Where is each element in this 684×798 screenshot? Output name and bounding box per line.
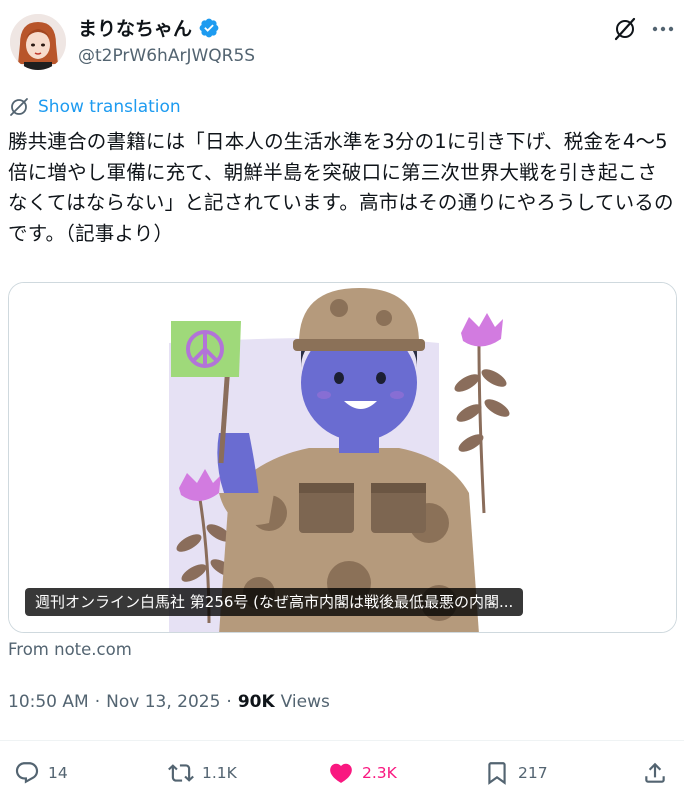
card-source[interactable]: From note.com [8,640,132,659]
divider [0,740,684,741]
share-icon [645,762,665,783]
repost-count: 1.1K [202,764,237,782]
tweet-text: 勝共連合の書籍には「日本人の生活水準を3分の1に引き下げ、税金を4〜5倍に増やし… [8,130,674,245]
tweet-time[interactable]: 10:50 AM [8,692,89,712]
views-label: Views [280,692,330,712]
share-button[interactable] [642,760,668,786]
author-handle[interactable]: @t2PrW6hArJWQR5S [78,46,255,66]
views-count: 90K [237,692,275,712]
meta-separator: · [94,692,101,712]
translate-icon [10,98,28,116]
more-icon[interactable] [650,18,676,40]
grok-icon[interactable] [612,16,638,42]
reply-icon [15,762,39,784]
repost-button[interactable]: 1.1K [168,760,237,786]
like-button[interactable]: 2.3K [328,760,397,786]
heart-icon [330,763,352,783]
verified-badge-icon [199,18,219,37]
reply-button[interactable]: 14 [14,760,68,786]
show-translation-label[interactable]: Show translation [38,97,181,117]
repost-icon [168,764,194,782]
tweet-meta: 10:50 AM · Nov 13, 2025 · 90K Views [8,692,330,712]
action-bar: 14 1.1K 2.3K 217 [0,752,684,798]
bookmark-count: 217 [518,764,548,782]
display-name[interactable]: まりなちゃん [78,14,192,41]
tweet-date[interactable]: Nov 13, 2025 [106,692,220,712]
meta-separator: · [226,692,232,712]
reply-count: 14 [48,764,68,782]
bookmark-button[interactable]: 217 [484,760,548,786]
avatar[interactable] [10,14,66,70]
like-count: 2.3K [362,764,397,782]
show-translation-link[interactable]: Show translation [8,96,181,118]
author-name-row[interactable]: まりなちゃん [78,14,220,41]
bookmark-icon [488,762,506,785]
link-card[interactable]: 週刊オンライン白馬社 第256号 (なぜ高市内閣は戦後最低最悪の内閣... [8,282,677,633]
card-image [9,283,676,632]
card-caption[interactable]: 週刊オンライン白馬社 第256号 (なぜ高市内閣は戦後最低最悪の内閣... [25,588,524,616]
